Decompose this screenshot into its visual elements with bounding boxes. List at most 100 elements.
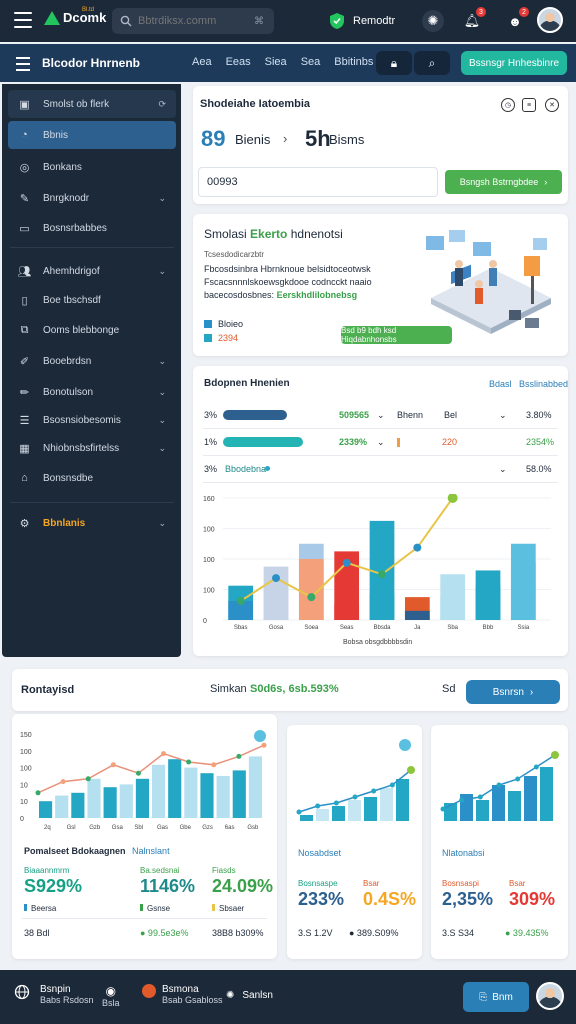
sidebar-item-bonkans[interactable]: ◎ Bonkans bbox=[8, 153, 176, 181]
nav-link-3[interactable]: Siea bbox=[265, 56, 287, 68]
sidebar-item-copy[interactable]: ⧉ Ooms blebbonge bbox=[8, 316, 176, 344]
sidebar-item-nhiobnsbsfirtelss[interactable]: ▦ Nhiobnsbsfirtelss ⌄ bbox=[8, 434, 176, 462]
x-tick-label: Gbe bbox=[180, 825, 192, 831]
orange-circle-icon bbox=[142, 984, 156, 998]
footer-item-3[interactable]: Bsmona Bsab Gsabloss bbox=[142, 984, 223, 1005]
close-icon[interactable]: ✕ bbox=[545, 98, 559, 112]
chat-icon[interactable]: ≡ bbox=[522, 98, 536, 112]
x-tick-label: Soea bbox=[304, 625, 319, 631]
chart-bar bbox=[232, 770, 246, 818]
status-indicator[interactable]: Remodtr bbox=[329, 9, 413, 33]
edit-icon: ✐ bbox=[19, 355, 30, 368]
summary-action-button[interactable]: Bsngsh Bstrngbdee › bbox=[445, 170, 562, 194]
chart-bar bbox=[55, 795, 69, 818]
sidebar-item-booebrdsn[interactable]: ✐ Booebrdsn ⌄ bbox=[8, 347, 176, 375]
nav-search-button[interactable]: ⌕ bbox=[414, 51, 450, 75]
sidebar-item-label: Bbnis bbox=[43, 129, 69, 141]
menu-icon[interactable] bbox=[14, 12, 32, 28]
card-3-stat-1-label: Bosnsaspi bbox=[442, 879, 479, 888]
history-icon[interactable]: ◷ bbox=[501, 98, 515, 112]
x-tick-label: Gsb bbox=[247, 825, 259, 831]
chart-bar bbox=[184, 767, 198, 818]
compass-icon: ◎ bbox=[19, 161, 30, 174]
bottom-chart-3 bbox=[440, 751, 559, 821]
strip-button[interactable]: Bsnrsn › bbox=[466, 680, 560, 704]
trend-point bbox=[110, 762, 116, 768]
chart-bar bbox=[71, 792, 85, 818]
footer-item-2[interactable]: ◉ Bsla bbox=[102, 984, 120, 1008]
legend-label: 2394 bbox=[218, 333, 239, 343]
analytics-title: Bdopnen Hnenien bbox=[204, 378, 290, 389]
footer-button[interactable]: ⎘ Bnm bbox=[463, 982, 529, 1012]
x-tick-label: Sba bbox=[447, 625, 458, 631]
chart-bar bbox=[348, 800, 361, 821]
card-3-title[interactable]: Nlatonabsi bbox=[442, 848, 485, 858]
promo-title-highlight: Ekerto bbox=[250, 227, 288, 241]
sidebar-item-label: Nhiobnsbsfirtelss bbox=[43, 442, 120, 454]
footer-item-1-sub: Babs Rsdosn bbox=[40, 995, 94, 1005]
card-1-title-link[interactable]: Nalnslant bbox=[132, 846, 170, 856]
chart-bar bbox=[200, 773, 214, 818]
footer-item-4[interactable]: ✺ Sanlsn bbox=[226, 990, 273, 1001]
row-2-bar bbox=[223, 437, 303, 447]
trend-point bbox=[186, 759, 192, 765]
y-tick-label: 100 bbox=[203, 527, 215, 534]
card-2-stat-2-value: 0.4S% bbox=[363, 889, 417, 909]
trend-point bbox=[211, 762, 217, 768]
search-input[interactable] bbox=[138, 15, 248, 27]
search-box[interactable]: ⌘ bbox=[112, 8, 274, 34]
x-tick-label: Ja bbox=[414, 625, 421, 631]
sidebar-item-overview[interactable]: ▣ Smolst ob flerk ⟳ bbox=[8, 90, 176, 118]
sidebar-item-bosnsrbabbes[interactable]: ▭ Bosnsrbabbes bbox=[8, 214, 176, 242]
footer-avatar[interactable] bbox=[536, 982, 564, 1010]
nav-link-5[interactable]: Bbitinbs bbox=[334, 56, 373, 68]
nav-lock-button[interactable]: 🔒︎ bbox=[376, 51, 412, 75]
notifications-button[interactable]: 🔔︎ 3 bbox=[461, 7, 486, 32]
chevron-down-icon[interactable]: ⌄ bbox=[499, 410, 507, 421]
card-1-stat-2-sub: Gsnse bbox=[140, 904, 170, 913]
card-2-title[interactable]: Nosabdset bbox=[298, 848, 341, 858]
amount-input[interactable]: 00993 bbox=[198, 167, 438, 197]
chevron-down-icon: ⌄ bbox=[377, 410, 385, 420]
row-divider bbox=[203, 482, 558, 483]
sidebar-item-ahemhdrigof[interactable]: 👥︎ Ahemhdrigof ⌄ bbox=[8, 257, 176, 285]
y-tick-label: 160 bbox=[203, 496, 215, 503]
nav-cta-button[interactable]: Bssnsgr Hnhesbinre bbox=[461, 51, 567, 75]
sidebar-item-bsosnsiobesomis[interactable]: ☰ Bsosnsiobesomis ⌄ bbox=[8, 406, 176, 434]
user-avatar[interactable] bbox=[537, 7, 563, 33]
sidebar-item-bonsnsdbe[interactable]: ⌂ Bonsnsdbe bbox=[8, 464, 176, 492]
chart-bar-segment bbox=[263, 585, 289, 620]
footer-item-1[interactable]: Bsnpin Babs Rsdosn bbox=[14, 984, 94, 1005]
chevron-down-icon: ⌄ bbox=[158, 355, 166, 366]
nav-link-2[interactable]: Eeas bbox=[226, 56, 251, 68]
analytics-link-2[interactable]: Bsslinabbed bbox=[519, 379, 568, 389]
chevron-down-icon[interactable]: ⌄ bbox=[499, 464, 507, 475]
sidebar-item-bnrgknodr[interactable]: ✎ Bnrgknodr ⌄ bbox=[8, 184, 176, 212]
nav-menu-icon[interactable] bbox=[16, 57, 30, 75]
sidebar-item-documents[interactable]: ▯ Boe tbschsdf bbox=[8, 286, 176, 314]
card-1-stat-3-value: 24.09% bbox=[212, 876, 274, 896]
chart-bar bbox=[364, 797, 377, 821]
trend-point bbox=[533, 764, 539, 770]
sidebar-item-bbnis[interactable]: ◔ Bbnis bbox=[8, 121, 176, 149]
chart-bar bbox=[396, 779, 409, 821]
trend-point bbox=[161, 751, 167, 757]
app-logo[interactable]: Dcomk Bl.td bbox=[44, 7, 106, 25]
card-3-footer-right: ● 39.435% bbox=[505, 928, 549, 938]
settings-button[interactable]: ✺ bbox=[422, 10, 444, 32]
nav-link-4[interactable]: Sea bbox=[301, 56, 321, 68]
sidebar-item-bonotulson[interactable]: ✏ Bonotulson ⌄ bbox=[8, 378, 176, 406]
sidebar-item-label: Ooms blebbonge bbox=[43, 324, 120, 336]
y-tick-label: 10 bbox=[20, 799, 28, 806]
trend-point bbox=[413, 543, 422, 552]
promo-link[interactable]: Eerskhdlilobnebsg bbox=[277, 290, 358, 300]
trend-point bbox=[236, 596, 245, 605]
chart-bar bbox=[524, 776, 537, 821]
analytics-link-1[interactable]: Bdasl bbox=[489, 379, 512, 389]
sidebar-item-bbnlanis[interactable]: ⚙ Bbnlanis ⌄ bbox=[8, 509, 176, 537]
alerts-button[interactable]: ☻ 2 bbox=[504, 7, 529, 32]
nav-link-1[interactable]: Aea bbox=[192, 56, 212, 68]
x-tick-label: 6as bbox=[225, 825, 235, 831]
card-1-title: Pomalseet Bdokaagnen Nalnslant bbox=[24, 846, 170, 856]
row-1-value: 509565 bbox=[339, 410, 370, 420]
